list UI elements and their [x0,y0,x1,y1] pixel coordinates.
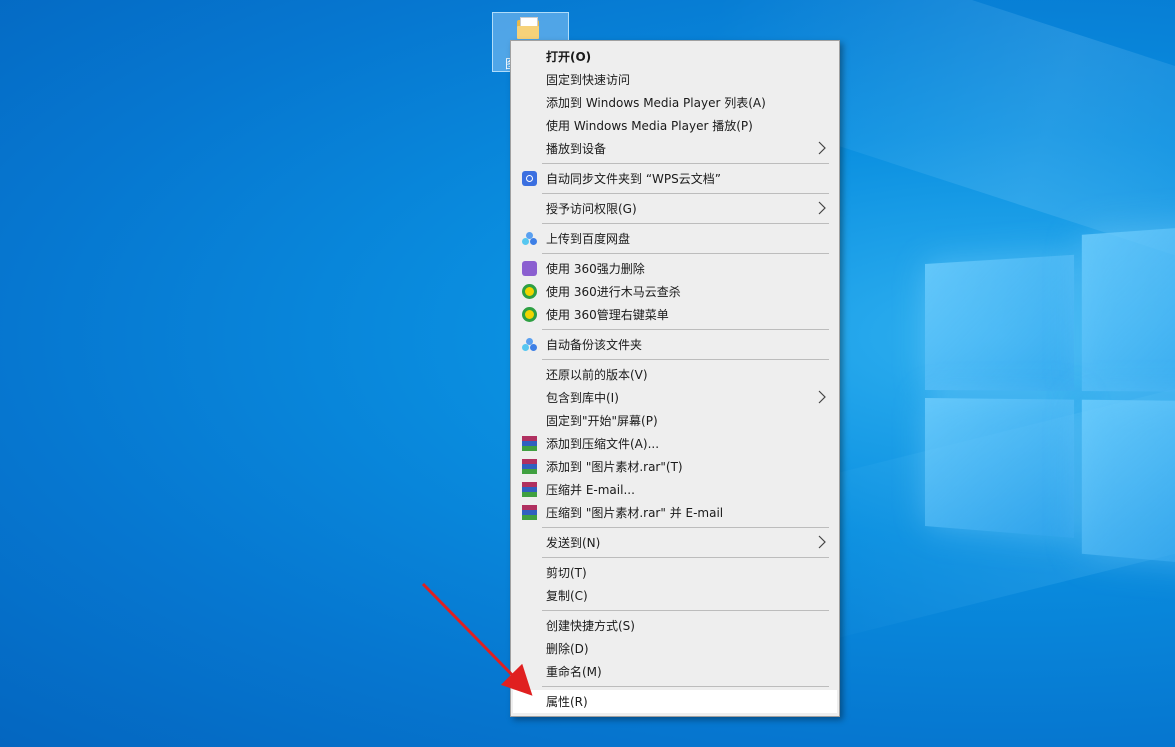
annotation-arrow [421,582,533,696]
